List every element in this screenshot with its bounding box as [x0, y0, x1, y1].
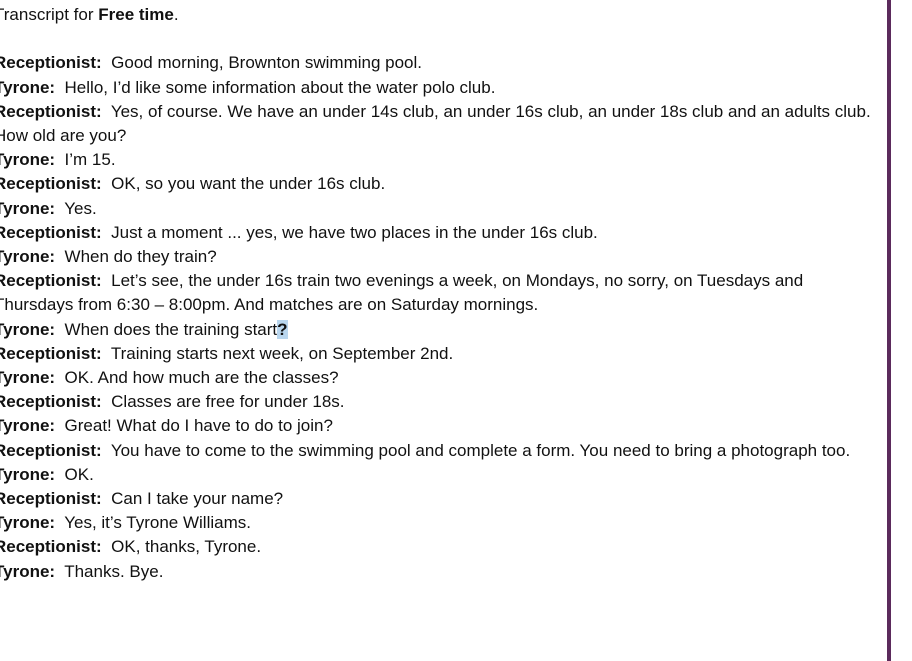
utterance-text: Let’s see, the under 16s train two eveni… — [0, 271, 804, 315]
utterance-text: Yes, of course. We have an under 14s clu… — [0, 101, 871, 145]
speaker-name: Tyrone: — [0, 198, 56, 218]
dialogue-turn: Receptionist: OK, so you want the under … — [0, 172, 874, 196]
speaker-separator — [55, 78, 64, 97]
dialogue-turn: Receptionist: Good morning, Brownton swi… — [0, 51, 874, 75]
utterance-text: Good morning, Brownton swimming pool. — [111, 53, 423, 73]
speaker-separator — [102, 537, 111, 556]
speaker-name: Receptionist: — [0, 222, 102, 242]
speaker-separator — [55, 247, 64, 266]
dialogue-turn: Tyrone: When does the training start? — [0, 318, 874, 342]
speaker-separator — [102, 392, 111, 411]
dialogue-turn: Receptionist: Can I take your name? — [0, 487, 874, 511]
dialogue-turn: Tyrone: I’m 15. — [0, 148, 874, 172]
speaker-name: Tyrone: — [0, 77, 56, 97]
utterance-text: When does the training start — [64, 319, 278, 339]
speaker-name: Tyrone: — [0, 319, 56, 339]
speaker-separator — [55, 416, 64, 435]
document-page: Transcript for Free time. Receptionist: … — [0, 0, 912, 661]
utterance-text: Hello, I’d like some information about t… — [64, 77, 496, 97]
speaker-separator — [55, 465, 64, 484]
speaker-separator — [55, 320, 64, 339]
speaker-name: Receptionist: — [0, 392, 102, 412]
speaker-separator — [102, 271, 111, 290]
speaker-name: Receptionist: — [0, 53, 102, 73]
utterance-text: OK, so you want the under 16s club. — [111, 174, 386, 194]
speaker-separator — [55, 150, 64, 169]
utterance-text: Classes are free for under 18s. — [111, 392, 345, 412]
utterance-text: Can I take your name? — [111, 489, 284, 509]
speaker-separator — [55, 368, 64, 387]
title-prefix: Transcript for — [0, 5, 99, 24]
utterance-text: OK. — [64, 464, 94, 484]
dialogue-turn: Tyrone: OK. — [0, 463, 874, 487]
speaker-name: Receptionist: — [0, 440, 102, 460]
utterance-text: OK. And how much are the classes? — [64, 368, 339, 388]
transcript-title: Transcript for Free time. — [0, 3, 874, 27]
speaker-name: Tyrone: — [0, 464, 56, 484]
utterance-text: OK, thanks, Tyrone. — [111, 537, 262, 557]
speaker-separator — [102, 223, 111, 242]
dialogue-turn: Receptionist: Yes, of course. We have an… — [0, 100, 874, 148]
dialogue-turn: Tyrone: Thanks. Bye. — [0, 560, 874, 584]
speaker-separator — [102, 344, 111, 363]
speaker-separator — [55, 513, 64, 532]
speaker-name: Receptionist: — [0, 101, 102, 121]
speaker-name: Tyrone: — [0, 247, 56, 267]
speaker-separator — [102, 489, 111, 508]
title-topic: Free time — [98, 5, 174, 24]
dialogue-turn: Tyrone: OK. And how much are the classes… — [0, 366, 874, 390]
dialogue-turn: Tyrone: When do they train? — [0, 245, 874, 269]
speaker-name: Receptionist: — [0, 174, 102, 194]
utterance-text: Yes, it’s Tyrone Williams. — [64, 513, 251, 533]
speaker-name: Tyrone: — [0, 513, 56, 533]
dialogue-turn: Receptionist: Let’s see, the under 16s t… — [0, 269, 874, 317]
dialogue-turn: Tyrone: Hello, I’d like some information… — [0, 76, 874, 100]
utterance-text: When do they train? — [64, 247, 217, 267]
speaker-name: Receptionist: — [0, 343, 102, 363]
speaker-name: Receptionist: — [0, 537, 102, 557]
speaker-separator — [102, 102, 111, 121]
dialogue-turn: Receptionist: Classes are free for under… — [0, 390, 874, 414]
speaker-separator — [55, 199, 64, 218]
selected-text-highlight: ? — [277, 319, 288, 339]
speaker-name: Tyrone: — [0, 416, 56, 436]
speaker-separator — [102, 174, 111, 193]
utterance-text: Yes. — [64, 198, 97, 218]
dialogue-turn: Receptionist: Just a moment ... yes, we … — [0, 221, 874, 245]
speaker-separator — [55, 562, 64, 581]
utterance-text: I’m 15. — [64, 150, 116, 170]
dialogue-turn: Tyrone: Great! What do I have to do to j… — [0, 414, 874, 438]
speaker-name: Tyrone: — [0, 561, 56, 581]
speaker-name: Tyrone: — [0, 368, 56, 388]
dialogue-turn: Tyrone: Yes, it’s Tyrone Williams. — [0, 511, 874, 535]
speaker-separator — [102, 441, 111, 460]
dialogue-turn: Receptionist: Training starts next week,… — [0, 342, 874, 366]
speaker-name: Tyrone: — [0, 150, 56, 170]
utterance-text: Thanks. Bye. — [64, 561, 164, 581]
speaker-name: Receptionist: — [0, 489, 102, 509]
utterance-text: Just a moment ... yes, we have two place… — [111, 222, 598, 242]
utterance-text: Training starts next week, on September … — [110, 343, 454, 363]
dialogue-turn: Receptionist: OK, thanks, Tyrone. — [0, 535, 874, 559]
right-edge-rule — [887, 0, 891, 661]
speaker-separator — [102, 53, 111, 72]
utterance-text: Great! What do I have to do to join? — [64, 416, 333, 436]
dialogue-turn: Tyrone: Yes. — [0, 197, 874, 221]
title-suffix: . — [173, 5, 179, 24]
utterance-text: You have to come to the swimming pool an… — [110, 440, 851, 460]
speaker-name: Receptionist: — [0, 271, 102, 291]
dialogue-list: Receptionist: Good morning, Brownton swi… — [0, 51, 874, 583]
transcript-document: Transcript for Free time. Receptionist: … — [0, 3, 874, 584]
dialogue-turn: Receptionist: You have to come to the sw… — [0, 439, 874, 463]
